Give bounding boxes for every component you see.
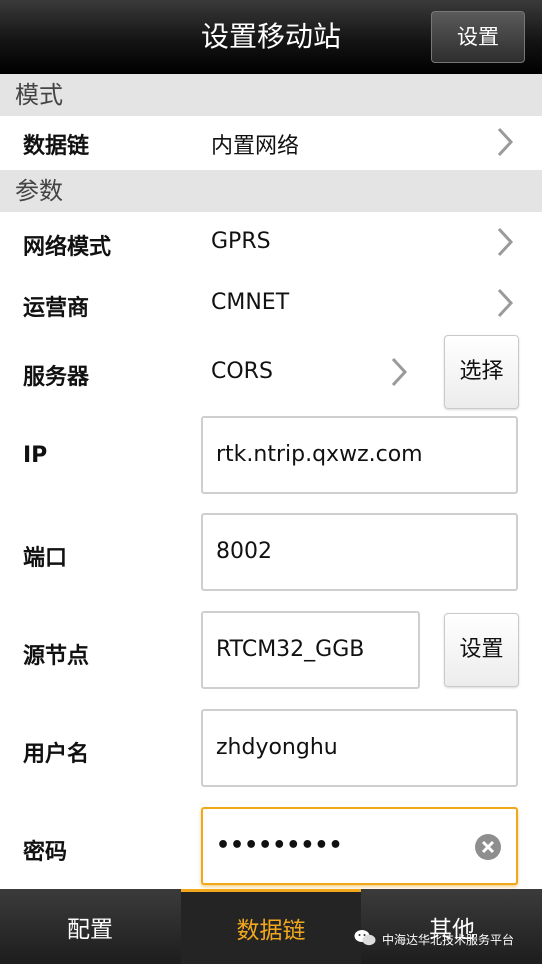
ip-input[interactable]: rtk.ntrip.qxwz.com — [201, 416, 518, 494]
wechat-icon — [354, 929, 376, 950]
network-mode-row[interactable]: 网络模式 GPRS — [0, 214, 542, 270]
operator-value: CMNET — [211, 290, 290, 315]
server-value: CORS — [211, 359, 273, 384]
select-server-button[interactable]: 选择 — [444, 335, 519, 409]
bottom-tab-bar: 配置 数据链 其他 — [0, 889, 542, 964]
datalink-row[interactable]: 数据链 内置网络 — [0, 116, 542, 168]
server-label: 服务器 — [23, 365, 90, 390]
tab-datalink[interactable]: 数据链 — [181, 889, 361, 964]
ip-label: IP — [23, 443, 48, 468]
clear-icon[interactable] — [474, 833, 502, 861]
username-label: 用户名 — [23, 742, 90, 767]
section-header-mode: 模式 — [0, 74, 542, 116]
network-mode-value: GPRS — [211, 229, 271, 254]
server-row[interactable]: 服务器 CORS — [0, 335, 430, 409]
title-bar: 设置移动站 设置 — [0, 0, 542, 74]
mountpoint-input[interactable]: RTCM32_GGB — [201, 611, 420, 689]
watermark: 中海达华北技术服务平台 — [354, 928, 514, 950]
tab-other[interactable]: 其他 — [362, 889, 542, 964]
mountpoint-label: 源节点 — [23, 644, 90, 669]
chevron-right-icon — [494, 125, 516, 159]
port-input[interactable]: 8002 — [201, 513, 518, 591]
datalink-value: 内置网络 — [211, 134, 300, 159]
watermark-text: 中海达华北技术服务平台 — [382, 932, 515, 947]
chevron-right-icon — [494, 225, 516, 259]
password-label: 密码 — [23, 840, 68, 865]
section-header-params: 参数 — [0, 170, 542, 212]
chevron-right-icon — [494, 286, 516, 320]
port-label: 端口 — [23, 546, 68, 571]
chevron-right-icon — [388, 355, 410, 389]
settings-button[interactable]: 设置 — [431, 11, 525, 63]
network-mode-label: 网络模式 — [23, 235, 112, 260]
username-input[interactable]: zhdyonghu — [201, 709, 518, 787]
operator-label: 运营商 — [23, 296, 90, 321]
mountpoint-settings-button[interactable]: 设置 — [444, 613, 519, 687]
tab-config[interactable]: 配置 — [0, 889, 180, 964]
password-input[interactable]: ••••••••• — [201, 807, 518, 885]
datalink-label: 数据链 — [23, 134, 90, 159]
operator-row[interactable]: 运营商 CMNET — [0, 275, 542, 331]
